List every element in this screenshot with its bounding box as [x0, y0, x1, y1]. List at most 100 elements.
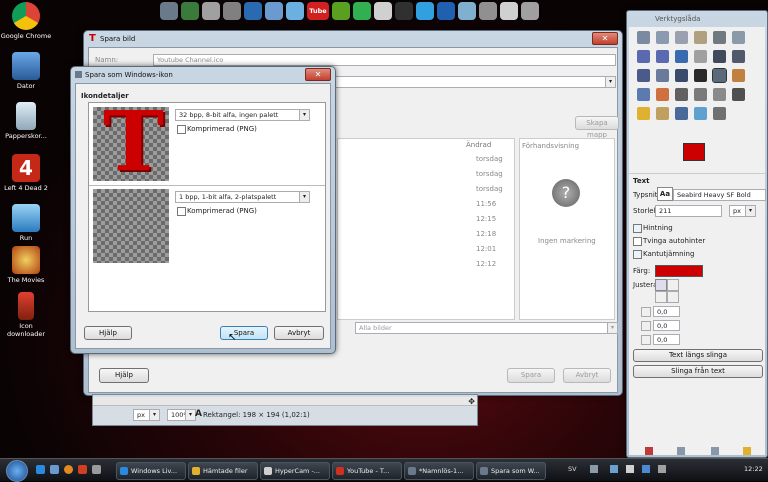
- indent-input[interactable]: 0,0: [653, 306, 680, 317]
- filename-input[interactable]: Youtube Channel.ico: [153, 54, 616, 66]
- tool-icon[interactable]: [656, 69, 669, 82]
- text-tool-icon[interactable]: [712, 68, 727, 83]
- zoom-select[interactable]: 100% ▾: [167, 409, 196, 421]
- tool-icon[interactable]: [637, 50, 650, 63]
- icon-layer-list[interactable]: T 32 bpp, 8-bit alfa, ingen palett ▾ Komp…: [88, 101, 326, 312]
- create-folder-button[interactable]: Skapa mapp: [575, 116, 619, 139]
- start-button[interactable]: [6, 460, 28, 482]
- dock-app-icon[interactable]: [416, 2, 434, 20]
- dock-app-icon[interactable]: [500, 2, 518, 20]
- tool-icon[interactable]: [675, 107, 688, 120]
- taskbar-item[interactable]: YouTube - T...: [332, 462, 402, 480]
- dock-app-icon[interactable]: [160, 2, 178, 20]
- tray-icon[interactable]: [610, 465, 618, 473]
- tool-icon[interactable]: [732, 50, 745, 63]
- dock-app-icon[interactable]: [332, 2, 350, 20]
- tray-icon[interactable]: [590, 465, 598, 473]
- close-icon[interactable]: ✕: [305, 68, 331, 81]
- quicklaunch-icon[interactable]: [36, 465, 45, 474]
- tool-icon[interactable]: [675, 31, 688, 44]
- taskbar-item[interactable]: HyperCam -...: [260, 462, 330, 480]
- tool-icon[interactable]: [656, 107, 669, 120]
- dock-app-icon[interactable]: [437, 2, 455, 20]
- tool-icon[interactable]: [656, 50, 669, 63]
- tool-icon[interactable]: [637, 107, 650, 120]
- clock[interactable]: 12:22: [744, 465, 763, 473]
- taskbar-item[interactable]: Hämtade filer: [188, 462, 258, 480]
- help-button[interactable]: Hjälp: [84, 326, 132, 340]
- tool-icon[interactable]: [637, 69, 650, 82]
- volume-icon[interactable]: [658, 465, 666, 473]
- dock-app-icon[interactable]: [202, 2, 220, 20]
- file-type-select[interactable]: Alla bilder ▾: [355, 322, 618, 334]
- dock-app-icon[interactable]: [479, 2, 497, 20]
- delete-options-icon[interactable]: [711, 447, 719, 455]
- dock-app-icon[interactable]: [353, 2, 371, 20]
- dock-app-icon[interactable]: [265, 2, 283, 20]
- desktop-icon-run[interactable]: Run: [0, 204, 52, 242]
- desktop-icon-icon-downloader[interactable]: Icon downloader: [0, 292, 52, 338]
- save-options-icon[interactable]: [645, 447, 653, 455]
- tool-icon[interactable]: [694, 50, 707, 63]
- tray-icon[interactable]: [626, 465, 634, 473]
- tool-icon[interactable]: [694, 88, 707, 101]
- tool-icon[interactable]: [637, 31, 650, 44]
- quicklaunch-icon[interactable]: [92, 465, 101, 474]
- letter-spacing-input[interactable]: 0,0: [653, 334, 680, 345]
- tool-icon[interactable]: [694, 107, 707, 120]
- cancel-button-disabled[interactable]: Avbryt: [563, 368, 611, 383]
- line-spacing-input[interactable]: 0,0: [653, 320, 680, 331]
- dock-app-icon[interactable]: [374, 2, 392, 20]
- justify-center-icon[interactable]: [655, 291, 667, 303]
- file-list[interactable]: Ändrad torsdag torsdag torsdag 11:56 12:15 12…: [337, 138, 515, 320]
- tool-icon[interactable]: [732, 69, 745, 82]
- dock-app-icon[interactable]: [395, 2, 413, 20]
- font-input[interactable]: Seabird Heavy SF Bold: [673, 189, 766, 201]
- hinting-checkbox[interactable]: [633, 224, 642, 233]
- justify-left-icon[interactable]: [655, 279, 667, 291]
- restore-options-icon[interactable]: [677, 447, 685, 455]
- path-from-text-button[interactable]: Slinga från text: [633, 365, 763, 378]
- text-color-button[interactable]: [655, 265, 703, 277]
- youtube-icon[interactable]: Tube: [307, 2, 329, 20]
- dock-app-icon[interactable]: [458, 2, 476, 20]
- save-button-disabled[interactable]: Spara: [507, 368, 555, 383]
- force-autohint-checkbox[interactable]: [633, 237, 642, 246]
- tool-icon[interactable]: [656, 31, 669, 44]
- horizontal-scrollbar[interactable]: [93, 397, 477, 406]
- tool-icon[interactable]: [675, 69, 688, 82]
- taskbar-item[interactable]: *Namnlös-1...: [404, 462, 474, 480]
- tool-icon[interactable]: [713, 107, 726, 120]
- tool-icon[interactable]: [713, 88, 726, 101]
- column-modified[interactable]: Ändrad: [466, 141, 491, 149]
- dock-app-icon[interactable]: [244, 2, 262, 20]
- help-button[interactable]: Hjälp: [99, 368, 149, 383]
- dock-app-icon[interactable]: [181, 2, 199, 20]
- desktop-icon-the-movies[interactable]: The Movies: [0, 246, 52, 284]
- justify-right-icon[interactable]: [667, 279, 679, 291]
- tool-icon[interactable]: [732, 31, 745, 44]
- tool-icon[interactable]: [694, 69, 707, 82]
- reset-options-icon[interactable]: [743, 447, 751, 455]
- desktop-icon-chrome[interactable]: Google Chrome: [0, 2, 52, 40]
- justify-fill-icon[interactable]: [667, 291, 679, 303]
- tool-icon[interactable]: [656, 88, 669, 101]
- tool-icon[interactable]: [675, 50, 688, 63]
- navigate-icon[interactable]: ✥: [468, 397, 475, 406]
- layer2-compress-checkbox[interactable]: [177, 207, 186, 216]
- desktop-icon-left4dead[interactable]: 4 Left 4 Dead 2: [0, 154, 52, 192]
- dock-app-icon[interactable]: [286, 2, 304, 20]
- cancel-button[interactable]: Avbryt: [274, 326, 324, 340]
- text-along-path-button[interactable]: Text längs slinga: [633, 349, 763, 362]
- desktop-icon-recycle-bin[interactable]: Papperskor...: [0, 102, 52, 140]
- tool-icon[interactable]: [637, 88, 650, 101]
- tool-icon[interactable]: [713, 31, 726, 44]
- layer2-format-select[interactable]: 1 bpp, 1-bit alfa, 2-platspalett ▾: [175, 191, 310, 203]
- close-icon[interactable]: ✕: [592, 32, 618, 45]
- quicklaunch-icon[interactable]: [64, 465, 73, 474]
- tool-icon[interactable]: [713, 50, 726, 63]
- foreground-color-swatch[interactable]: [683, 143, 705, 161]
- layer1-compress-checkbox[interactable]: [177, 125, 186, 134]
- tool-icon[interactable]: [675, 88, 688, 101]
- network-icon[interactable]: [642, 465, 650, 473]
